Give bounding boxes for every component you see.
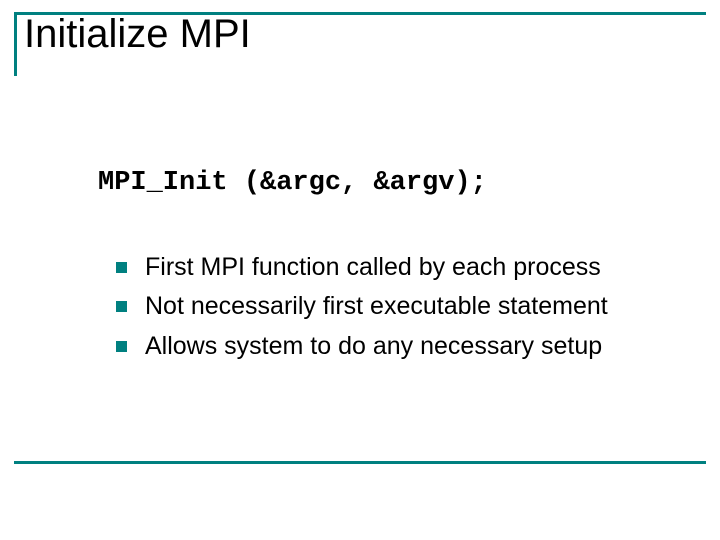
code-snippet: MPI_Init (&argc, &argv); [98,168,487,198]
bullet-icon [116,341,127,352]
list-item: Allows system to do any necessary setup [116,331,676,362]
slide: Initialize MPI MPI_Init (&argc, &argv); … [0,0,720,540]
bullet-text: First MPI function called by each proces… [145,252,601,283]
bullet-icon [116,301,127,312]
bullet-text: Allows system to do any necessary setup [145,331,602,362]
list-item: First MPI function called by each proces… [116,252,676,283]
list-item: Not necessarily first executable stateme… [116,291,676,322]
bullet-icon [116,262,127,273]
bullet-text: Not necessarily first executable stateme… [145,291,608,322]
slide-title: Initialize MPI [24,12,251,57]
bullet-list: First MPI function called by each proces… [116,252,676,370]
bottom-rule [14,461,706,464]
